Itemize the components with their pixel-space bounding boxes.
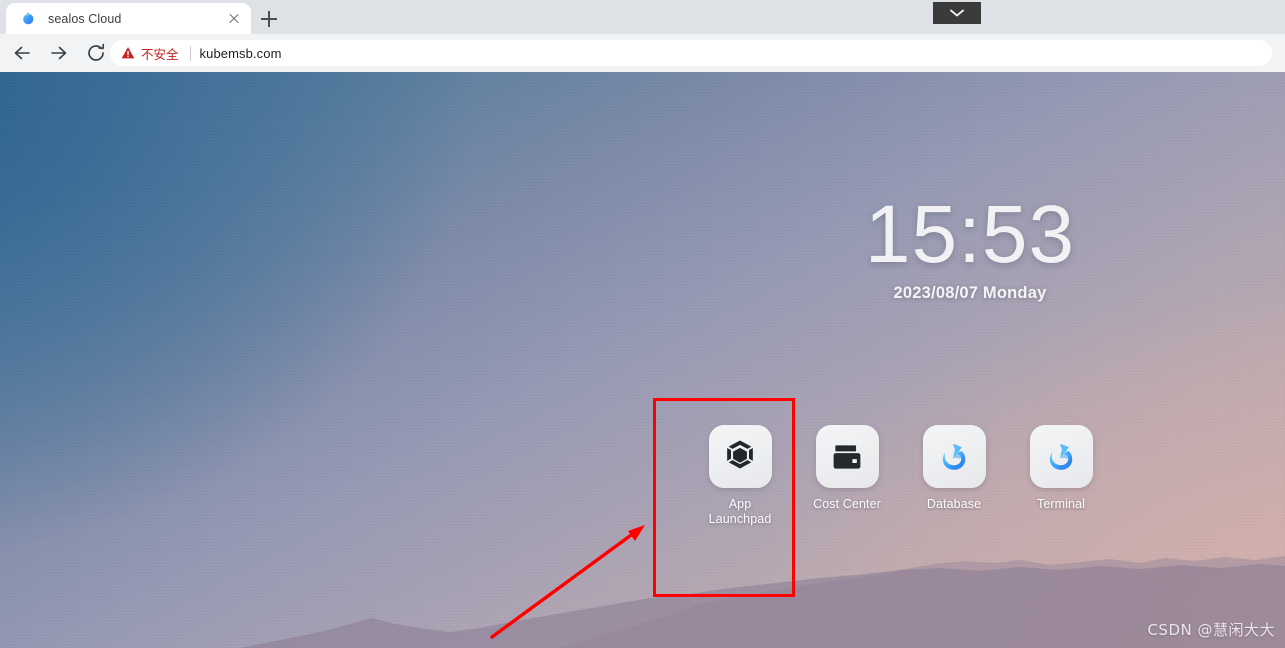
app-label-line1: App [728,497,752,511]
sealos-logo-icon [1042,438,1080,476]
url-text: kubemsb.com [199,45,282,61]
close-icon[interactable] [225,10,243,28]
arrow-right-icon[interactable] [47,41,71,65]
app-label: Database [926,497,982,511]
chevron-down-icon[interactable] [933,2,981,24]
app-grid: App Launchpad Cost Center Database Termi… [700,425,1101,527]
warning-triangle-icon [121,46,135,60]
desktop-clock: 15:53 2023/08/07 Monday [760,192,1180,303]
app-tile[interactable] [922,425,986,488]
annotation-arrow [490,525,645,639]
sealos-logo-icon [20,10,37,27]
app-tile[interactable] [708,425,772,488]
clock-time: 15:53 [864,189,1076,280]
browser-toolbar: 不安全 kubemsb.com [0,34,1285,72]
app-label: Cost Center [813,497,881,511]
app-item-cost-center[interactable]: Cost Center [807,425,887,527]
tab-strip: sealos Cloud [0,0,1285,34]
app-tile[interactable] [1029,425,1093,488]
reload-icon[interactable] [84,41,108,65]
sealos-desktop: 15:53 2023/08/07 Monday App Launchpad Co… [0,72,1285,648]
clock-date: 2023/08/07 Monday [893,284,1047,302]
hexagon-cube-icon [720,437,760,477]
app-item-database[interactable]: Database [914,425,994,527]
browser-tab-sealos-cloud[interactable]: sealos Cloud [6,3,251,34]
browser-chrome: sealos Cloud 不安全 kubemsb.com [0,0,1285,72]
arrow-left-icon[interactable] [10,41,34,65]
app-label: App Launchpad [709,497,772,527]
sealos-logo-icon [935,438,973,476]
new-tab-button[interactable] [256,6,282,32]
mountain-silhouette [240,556,1285,648]
csdn-watermark: CSDN @慧闲大大 [1147,621,1275,639]
app-label-line2: Launchpad [708,512,772,526]
address-bar[interactable]: 不安全 kubemsb.com [110,40,1272,66]
tab-title: sealos Cloud [48,11,122,26]
omnibox-separator [189,45,191,61]
wallet-icon [828,438,866,476]
app-label: Terminal [1036,497,1086,511]
app-item-terminal[interactable]: Terminal [1021,425,1101,527]
app-item-app-launchpad[interactable]: App Launchpad [700,425,780,527]
security-warning-label: 不安全 [141,46,179,62]
wallpaper-grain [0,72,1285,648]
app-tile[interactable] [815,425,879,488]
